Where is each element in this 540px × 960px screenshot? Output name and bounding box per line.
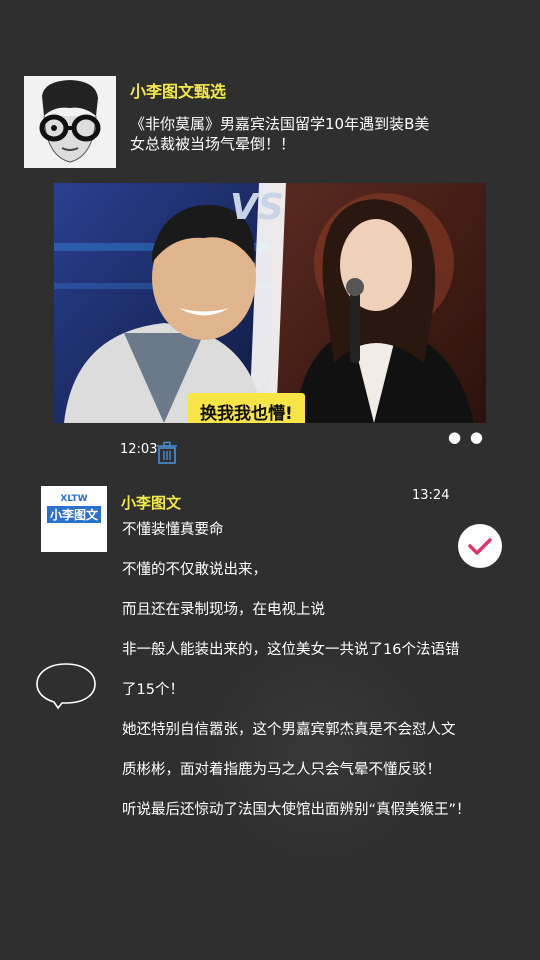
post-title[interactable]: 《非你莫属》男嘉宾法国留学10年遇到装B美女总裁被当场气晕倒！！ <box>130 114 430 154</box>
video-thumbnail[interactable]: VS 换我我也懵! <box>54 183 486 423</box>
avatar-text: 小李图文 <box>47 506 101 523</box>
message-line: 她还特别自信嚣张，这个男嘉宾郭杰真是不会怼人文 <box>122 722 456 738</box>
message-line: 质彬彬，面对着指鹿为马之人只会气晕不懂反驳！ <box>122 762 441 778</box>
vs-label: VS <box>230 187 284 228</box>
message-avatar[interactable]: XLTW 小李图文 <box>41 486 107 552</box>
post-time: 12:03 <box>120 442 158 457</box>
message-line: 而且还在录制现场，在电视上说 <box>122 602 325 618</box>
post-author-name[interactable]: 小李图文甄选 <box>130 78 226 102</box>
message-author-name[interactable]: 小李图文 <box>121 492 181 513</box>
message-body: 不懂装懂真要命 不懂的不仅敢说出来， 而且还在录制现场，在电视上说 非一般人能装… <box>122 520 512 840</box>
video-caption: 换我我也懵! <box>188 393 305 423</box>
comment-bubble-icon[interactable] <box>34 660 98 710</box>
more-dots-icon[interactable]: ● ● <box>448 428 485 446</box>
trash-icon[interactable] <box>156 441 178 465</box>
avatar-logo: XLTW <box>60 494 88 504</box>
message-line: 了15个！ <box>122 682 184 698</box>
message-line: 非一般人能装出来的，这位美女一共说了16个法语错 <box>122 642 460 658</box>
message-line: 不懂装懂真要命 <box>122 522 224 538</box>
author-avatar[interactable] <box>24 76 116 168</box>
message-line: 听说最后还惊动了法国大使馆出面辨别“真假美猴王”！ <box>122 802 471 818</box>
message-time: 13:24 <box>412 488 450 503</box>
message-line: 不懂的不仅敢说出来， <box>122 562 267 578</box>
